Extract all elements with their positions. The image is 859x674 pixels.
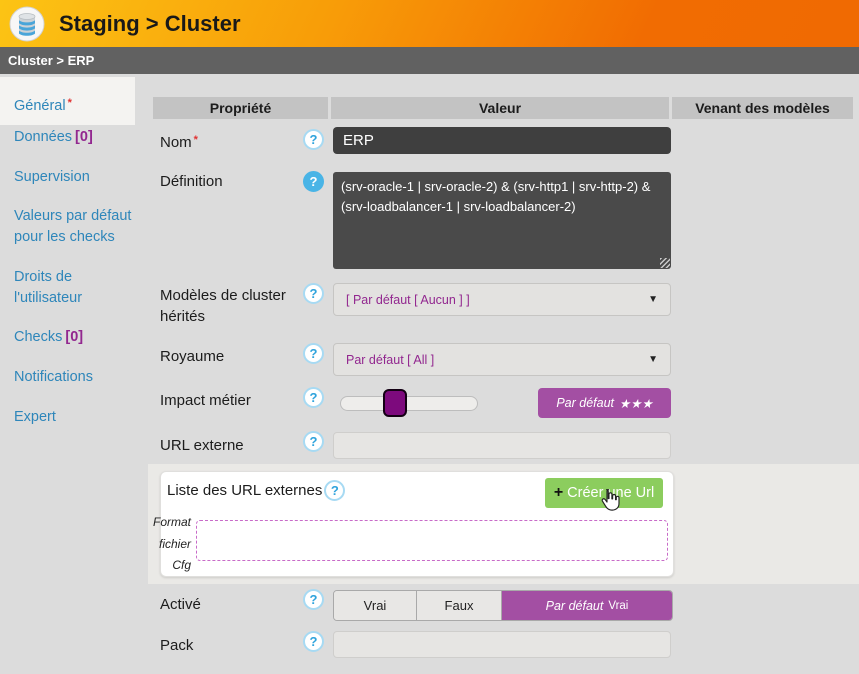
format-fichier-cfg-label: Format fichier Cfg [153,512,191,577]
page: Staging > Cluster Cluster > ERP Général*… [0,0,859,674]
definition-label: Définition [160,171,310,192]
help-icon[interactable]: ? [303,431,324,452]
app-header: Staging > Cluster [0,0,859,47]
chevron-down-icon: ▼ [648,354,658,365]
database-icon [9,6,45,42]
sidebar-item-general[interactable]: Général* [0,77,135,125]
selected-value: [ Par défaut [ Aucun ] ] [346,293,648,307]
plus-icon: + [554,484,563,502]
active-true-button[interactable]: Vrai [334,591,417,620]
sidebar-item-notifications[interactable]: Notifications [14,367,138,388]
help-icon[interactable]: ? [303,387,324,408]
sidebar-item-droits-utilisateur[interactable]: Droits de l'utilisateur [14,267,138,309]
impact-slider-handle[interactable] [383,389,407,417]
liste-urls-label: Liste des URL externes [167,482,322,499]
sidebar-item-expert[interactable]: Expert [14,407,138,428]
pack-input[interactable] [333,631,671,658]
external-urls-header: Liste des URL externes ? [167,480,345,501]
help-icon[interactable]: ? [303,129,324,150]
column-header-propriete: Propriété [153,97,328,119]
impact-default-button[interactable]: Par défaut ★★★ [538,388,671,418]
sidebar-item-label: Checks [14,329,62,345]
impact-metier-label: Impact métier [160,390,310,411]
selected-value: Par défaut [ All ] [346,353,648,367]
sidebar-item-label: Notifications [14,369,93,385]
sidebar-item-label: Valeurs par défaut pour les checks [14,208,131,245]
item-count-badge: [0] [65,329,83,345]
sidebar-item-label: Droits de l'utilisateur [14,269,82,306]
column-header-valeur: Valeur [331,97,669,119]
sidebar-item-label: Supervision [14,169,90,185]
active-default-button[interactable]: Par défaut Vrai [502,591,672,620]
impact-slider[interactable] [340,396,478,411]
nom-input[interactable] [333,127,671,154]
sidebar-item-label: Expert [14,409,56,425]
page-title: Staging > Cluster [59,11,241,37]
required-asterisk: * [194,134,198,146]
active-toggle-group: Vrai Faux Par défaut Vrai [333,590,673,621]
stars-icon: ★★★ [619,396,653,411]
resize-handle-icon[interactable] [660,258,670,268]
url-externe-label: URL externe [160,435,310,456]
help-icon[interactable]: ? [303,631,324,652]
help-icon[interactable]: ? [303,343,324,364]
required-asterisk: * [68,97,72,109]
nom-label: Nom* [160,130,310,153]
royaume-label: Royaume [160,346,310,367]
breadcrumb-text: Cluster > ERP [8,53,94,68]
url-externe-input[interactable] [333,432,671,459]
active-label: Activé [160,594,310,615]
sidebar-item-label: Général [14,98,66,114]
external-url-input[interactable] [196,520,668,561]
help-icon[interactable]: ? [303,589,324,610]
chevron-down-icon: ▼ [648,294,658,305]
sidebar-item-checks[interactable]: Checks[0] [14,327,138,348]
breadcrumb: Cluster > ERP [0,47,859,74]
sidebar-item-supervision[interactable]: Supervision [14,167,138,188]
create-url-button[interactable]: + Créer une Url [545,478,663,508]
modeles-herites-label: Modèles de cluster hérités [160,285,310,327]
active-false-button[interactable]: Faux [417,591,502,620]
sidebar-item-label: Données [14,129,72,145]
sidebar-item-valeurs-par-defaut[interactable]: Valeurs par défaut pour les checks [14,206,138,248]
sidebar-item-donnees[interactable]: Données[0] [14,127,138,148]
definition-textarea[interactable]: (srv-oracle-1 | srv-oracle-2) & (srv-htt… [333,172,671,269]
help-icon[interactable]: ? [324,480,345,501]
help-icon[interactable]: ? [303,171,324,192]
modeles-herites-select[interactable]: [ Par défaut [ Aucun ] ] ▼ [333,283,671,316]
pack-label: Pack [160,635,310,656]
item-count-badge: [0] [75,129,93,145]
column-header-venant-des-modeles: Venant des modèles [672,97,853,119]
help-icon[interactable]: ? [303,283,324,304]
royaume-select[interactable]: Par défaut [ All ] ▼ [333,343,671,376]
